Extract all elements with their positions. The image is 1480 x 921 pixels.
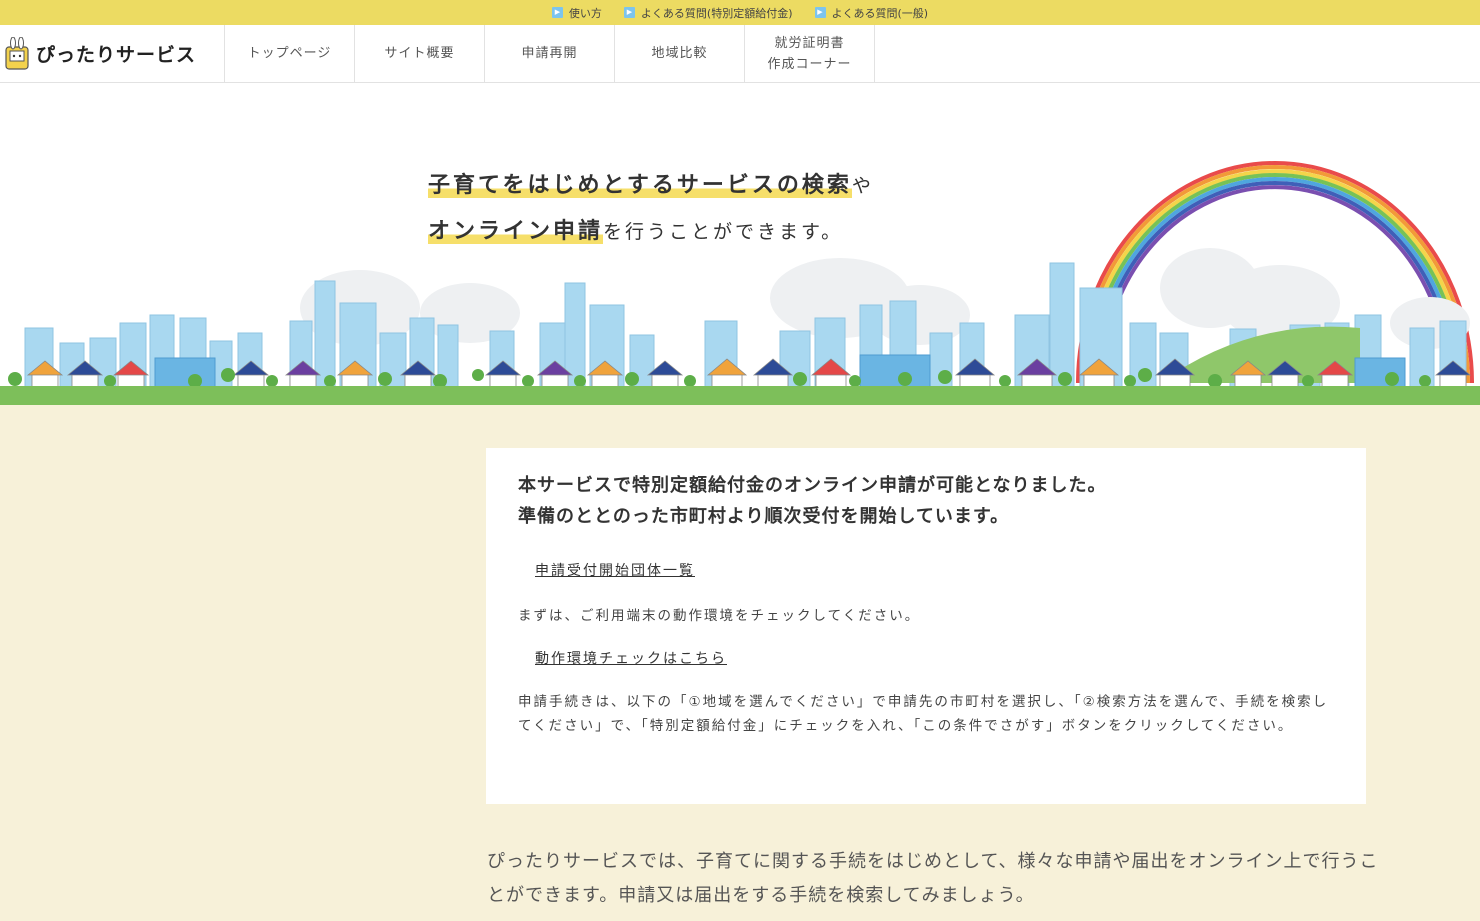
- mascot-logo-icon: [5, 36, 29, 70]
- hero-headline-line1: 子育てをはじめとするサービスの検索や: [428, 167, 874, 199]
- nav-label: 就労証明書作成コーナー: [767, 33, 851, 75]
- nav-item-resume[interactable]: 申請再開: [485, 25, 615, 82]
- util-link-label: よくある質問(一般): [831, 6, 929, 20]
- hero-highlight-text: 子育てをはじめとするサービスの検索: [428, 173, 852, 198]
- play-icon: ▶: [551, 7, 563, 18]
- util-link-label: よくある質問(特別定額給付金): [640, 6, 793, 20]
- hero-headline-line2: オンライン申請を行うことができます。: [428, 213, 843, 245]
- play-icon: ▶: [814, 7, 826, 18]
- notice-instructions-text: 申請手続きは、以下の「①地域を選んでください」で申請先の市町村を選択し、「②検索…: [518, 694, 1329, 734]
- site-logo[interactable]: ぴったりサービス: [0, 25, 225, 82]
- nav-label: サイト概要: [384, 46, 455, 61]
- utility-bar: ▶ 使い方 ▶ よくある質問(特別定額給付金) ▶ よくある質問(一般): [0, 0, 1480, 25]
- site-header: ぴったりサービス トップページ サイト概要 申請再開 地域比較 就労証明書作成コ…: [0, 25, 1480, 83]
- notice-title-line1: 本サービスで特別定額給付金のオンライン申請が可能となりました。: [518, 475, 1107, 496]
- hero-tail-text: を行うことができます。: [603, 221, 844, 243]
- nav-item-compare[interactable]: 地域比較: [615, 25, 745, 82]
- benefit-notice-card: 本サービスで特別定額給付金のオンライン申請が可能となりました。 準備のととのった…: [486, 448, 1366, 804]
- nav-item-employment-cert[interactable]: 就労証明書作成コーナー: [745, 25, 875, 82]
- nav-label: 地域比較: [651, 46, 708, 61]
- notice-check-env-text: まずは、ご利用端末の動作環境をチェックしてください。: [518, 608, 921, 624]
- nav-label-line2: 作成コーナー: [767, 56, 852, 72]
- intro-text: ぴったりサービスでは、子育てに関する手続をはじめとして、様々な申請や届出をオンラ…: [487, 851, 1379, 906]
- util-link-howto[interactable]: ▶ 使い方: [551, 5, 602, 21]
- util-link-faq-benefit[interactable]: ▶ よくある質問(特別定額給付金): [623, 5, 793, 21]
- hero-highlight-text: オンライン申請: [428, 219, 604, 244]
- main-nav: トップページ サイト概要 申請再開 地域比較 就労証明書作成コーナー: [225, 25, 875, 82]
- nav-label-line1: 就労証明書: [774, 35, 845, 51]
- util-link-faq-general[interactable]: ▶ よくある質問(一般): [814, 5, 929, 21]
- nav-label: トップページ: [247, 46, 332, 61]
- accepting-municipalities-link[interactable]: 申請受付開始団体一覧: [535, 560, 695, 580]
- nav-label: 申請再開: [521, 46, 578, 61]
- logo-text: ぴったりサービス: [36, 44, 197, 66]
- notice-title-line2: 準備のととのった市町村より順次受付を開始しています。: [518, 506, 1010, 527]
- nav-item-overview[interactable]: サイト概要: [355, 25, 485, 82]
- play-icon: ▶: [623, 7, 635, 18]
- environment-check-link[interactable]: 動作環境チェックはこちら: [535, 648, 727, 668]
- hero-tail-text: や: [851, 175, 874, 197]
- util-link-label: 使い方: [568, 6, 602, 20]
- hero-banner: 子育てをはじめとするサービスの検索や オンライン申請を行うことができます。: [0, 83, 1480, 405]
- nav-item-top[interactable]: トップページ: [225, 25, 355, 82]
